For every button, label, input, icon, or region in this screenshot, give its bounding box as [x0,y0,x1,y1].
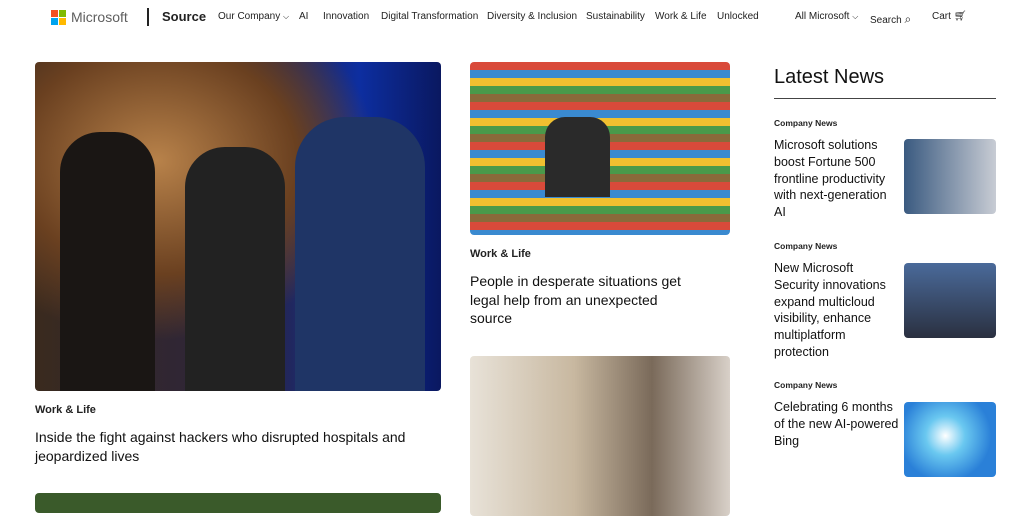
third-article-image[interactable] [470,356,730,516]
menu-label: All Microsoft [795,11,850,22]
feature-image[interactable] [35,62,441,391]
news-thumbnail[interactable] [904,402,996,477]
news-category[interactable]: Company News [774,380,837,390]
nav-label: Our Company [218,11,281,22]
chevron-down-icon: ⌵ [852,12,859,21]
news-thumbnail[interactable] [904,263,996,338]
feature-title-link[interactable]: Inside the fight against hackers who dis… [35,428,415,465]
nav-innovation[interactable]: Innovation [323,11,369,22]
cart-label: Cart [932,11,951,22]
news-category[interactable]: Company News [774,118,837,128]
second-article-category[interactable]: Work & Life [470,248,531,260]
news-category[interactable]: Company News [774,241,837,251]
cart-icon: 🛒︎ [953,11,967,22]
cart-button[interactable]: Cart 🛒︎ [932,11,966,22]
logo-text: Microsoft [71,9,128,25]
divider [147,8,149,26]
second-article-image[interactable] [470,62,730,235]
nav-diversity-inclusion[interactable]: Diversity & Inclusion [487,11,577,22]
nav-sustainability[interactable]: Sustainability [586,11,645,22]
site-name-link[interactable]: Source [162,9,206,24]
news-thumbnail[interactable] [904,139,996,214]
nav-our-company[interactable]: Our Company ⌵ [218,11,289,22]
next-article-image[interactable] [35,493,441,513]
search-icon: ⌕ [904,12,912,26]
search-label: Search [870,15,902,26]
news-title-link[interactable]: Celebrating 6 months of the new AI-power… [774,399,899,449]
nav-digital-transformation[interactable]: Digital Transformation [381,11,478,22]
microsoft-logo-icon [51,9,66,25]
nav-work-life[interactable]: Work & Life [655,11,707,22]
latest-news-heading: Latest News [774,66,885,88]
site-header: Microsoft Source Our Company ⌵ AI Innova… [0,0,1024,34]
second-article-title-link[interactable]: People in desperate situations get legal… [470,272,700,328]
microsoft-logo[interactable]: Microsoft [51,9,128,25]
nav-unlocked[interactable]: Unlocked [717,11,759,22]
divider [774,98,996,99]
news-title-link[interactable]: New Microsoft Security innovations expan… [774,260,899,361]
chevron-down-icon: ⌵ [283,12,290,21]
feature-category[interactable]: Work & Life [35,404,96,416]
all-microsoft-menu[interactable]: All Microsoft ⌵ [795,11,858,22]
news-title-link[interactable]: Microsoft solutions boost Fortune 500 fr… [774,137,899,221]
search-button[interactable]: Search ⌕ [870,12,911,27]
nav-ai[interactable]: AI [299,11,308,22]
